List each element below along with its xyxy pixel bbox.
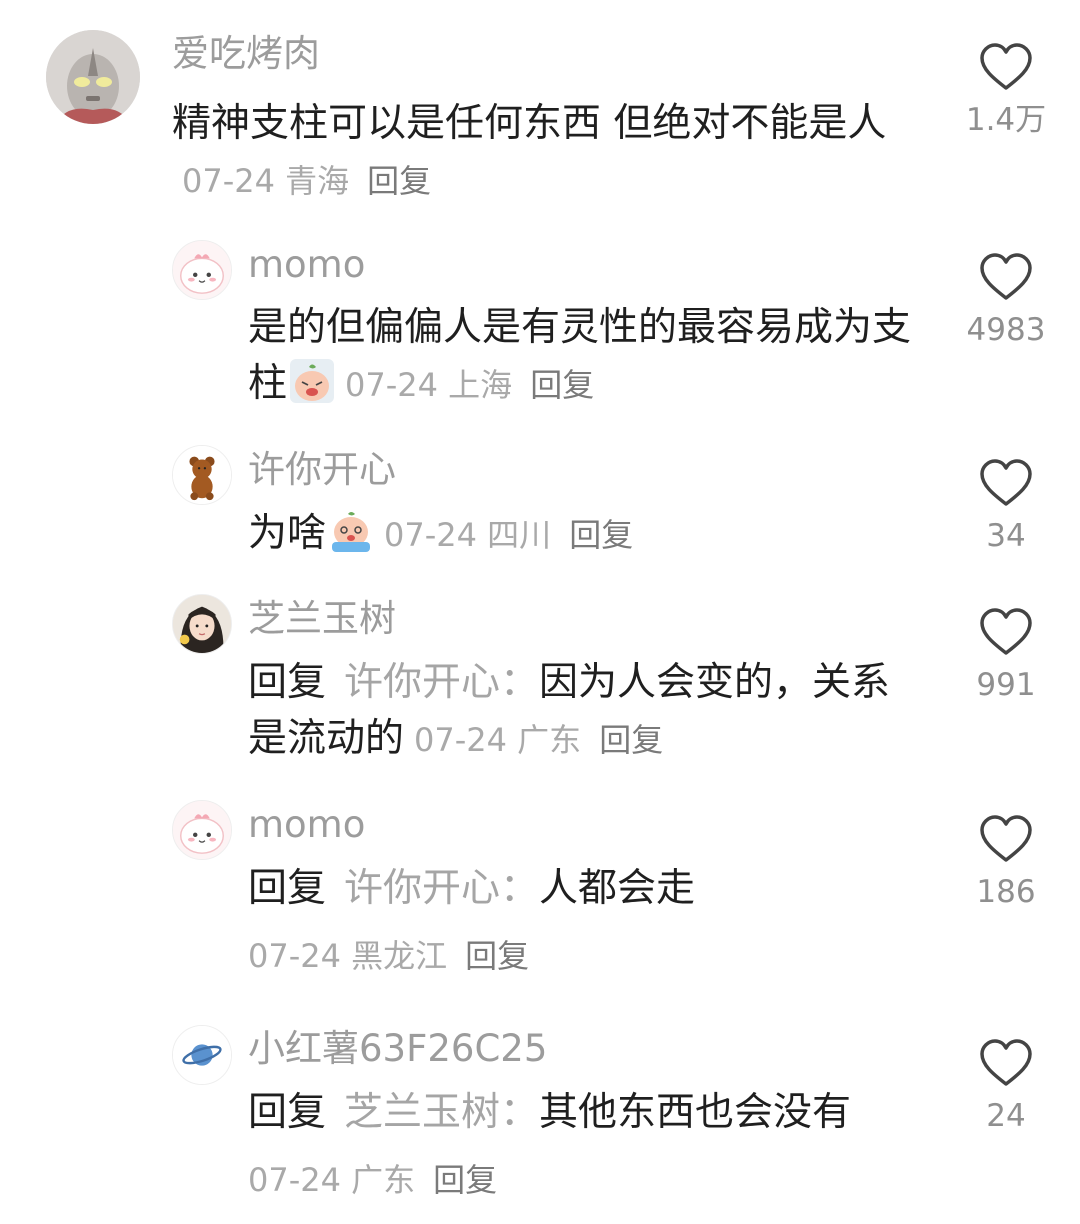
comment-location: 上海 bbox=[448, 366, 513, 404]
comment-date: 07-24 bbox=[248, 937, 341, 975]
comment-location: 广东 bbox=[517, 721, 582, 759]
comment-content: 为啥 bbox=[248, 511, 327, 556]
like-count: 186 bbox=[976, 874, 1036, 910]
teddy-bear-avatar-icon bbox=[173, 446, 231, 504]
like-button[interactable]: 1.4万 bbox=[951, 42, 1061, 138]
reply-target[interactable]: 许你开心： bbox=[344, 660, 539, 705]
username[interactable]: momo bbox=[248, 803, 365, 847]
heart-icon bbox=[980, 1039, 1032, 1086]
heart-icon bbox=[980, 43, 1032, 90]
like-button[interactable]: 991 bbox=[951, 607, 1061, 703]
girl-photo-avatar-icon bbox=[173, 595, 231, 653]
like-button[interactable]: 24 bbox=[951, 1038, 1061, 1134]
reply-button[interactable]: 回复 bbox=[433, 1161, 497, 1199]
comment-content: 其他东西也会没有 bbox=[539, 1090, 852, 1135]
comment-location: 四川 bbox=[487, 516, 552, 554]
comment-location: 广东 bbox=[351, 1161, 416, 1199]
heart-icon bbox=[980, 608, 1032, 655]
pink-dino-avatar-icon bbox=[173, 241, 231, 299]
comment-meta: 07-24 青海 回复 bbox=[182, 162, 431, 200]
like-count: 4983 bbox=[966, 312, 1046, 348]
heart-icon bbox=[980, 815, 1032, 862]
like-button[interactable]: 4983 bbox=[951, 252, 1061, 348]
comment-date: 07-24 bbox=[248, 1161, 341, 1199]
username[interactable]: momo bbox=[248, 243, 365, 287]
like-button[interactable]: 34 bbox=[951, 458, 1061, 554]
planet-avatar-icon bbox=[173, 1026, 231, 1084]
like-count: 34 bbox=[986, 518, 1026, 554]
reply-button[interactable]: 回复 bbox=[569, 516, 633, 554]
username[interactable]: 芝兰玉树 bbox=[248, 597, 396, 641]
comment-text: 回复 许你开心：因为人会变的，关系是流动的 07-24 广东 回复 bbox=[248, 655, 928, 768]
avatar[interactable] bbox=[172, 800, 232, 860]
heart-icon bbox=[980, 253, 1032, 300]
avatar[interactable] bbox=[172, 594, 232, 654]
avatar[interactable] bbox=[172, 445, 232, 505]
sobbing-peach-emoji bbox=[332, 512, 371, 552]
username[interactable]: 许你开心 bbox=[248, 448, 396, 492]
comment-location: 黑龙江 bbox=[351, 937, 448, 975]
like-count: 24 bbox=[986, 1098, 1026, 1134]
comment-meta: 07-24 广东 回复 bbox=[414, 721, 663, 759]
reply-button[interactable]: 回复 bbox=[530, 366, 594, 404]
username[interactable]: 小红薯63F26C25 bbox=[248, 1027, 547, 1071]
comment-text: 为啥 07-24 四川 回复 bbox=[248, 506, 928, 563]
reply-target[interactable]: 许你开心： bbox=[344, 866, 539, 911]
reply-button[interactable]: 回复 bbox=[367, 162, 431, 200]
reply-target[interactable]: 芝兰玉树： bbox=[344, 1090, 539, 1135]
comment-text: 精神支柱可以是任何东西 但绝对不能是人 07-24 青海 回复 bbox=[172, 96, 912, 209]
crying-peach-emoji bbox=[290, 359, 335, 403]
reply-button[interactable]: 回复 bbox=[465, 937, 529, 975]
comment-location: 青海 bbox=[285, 162, 350, 200]
comment-date: 07-24 bbox=[182, 162, 275, 200]
comment-meta: 07-24 上海 回复 bbox=[345, 366, 594, 404]
comment-meta: 07-24 广东 回复 bbox=[248, 1158, 497, 1202]
heart-icon bbox=[980, 459, 1032, 506]
comment-meta: 07-24 黑龙江 回复 bbox=[248, 934, 529, 978]
avatar[interactable] bbox=[46, 30, 140, 124]
comment-text: 是的但偏偏人是有灵性的最容易成为支柱 07-24 上海 回复 bbox=[248, 300, 928, 413]
avatar[interactable] bbox=[172, 1025, 232, 1085]
like-count: 991 bbox=[976, 667, 1036, 703]
comment-content: 人都会走 bbox=[539, 866, 696, 911]
ultraman-avatar-icon bbox=[46, 30, 140, 124]
reply-button[interactable]: 回复 bbox=[599, 721, 663, 759]
avatar[interactable] bbox=[172, 240, 232, 300]
comment-content: 精神支柱可以是任何东西 但绝对不能是人 bbox=[172, 101, 887, 146]
comment-date: 07-24 bbox=[345, 366, 438, 404]
comment-text: 回复 许你开心：人都会走 bbox=[248, 861, 928, 917]
comment-text: 回复 芝兰玉树：其他东西也会没有 bbox=[248, 1085, 928, 1141]
like-count: 1.4万 bbox=[965, 102, 1047, 138]
reply-prefix: 回复 bbox=[248, 866, 327, 911]
reply-prefix: 回复 bbox=[248, 660, 327, 705]
pink-dino-avatar-icon bbox=[173, 801, 231, 859]
username[interactable]: 爱吃烤肉 bbox=[172, 32, 320, 76]
reply-prefix: 回复 bbox=[248, 1090, 327, 1135]
like-button[interactable]: 186 bbox=[951, 814, 1061, 910]
comment-date: 07-24 bbox=[414, 721, 507, 759]
comment-meta: 07-24 四川 回复 bbox=[384, 516, 633, 554]
comment-date: 07-24 bbox=[384, 516, 477, 554]
